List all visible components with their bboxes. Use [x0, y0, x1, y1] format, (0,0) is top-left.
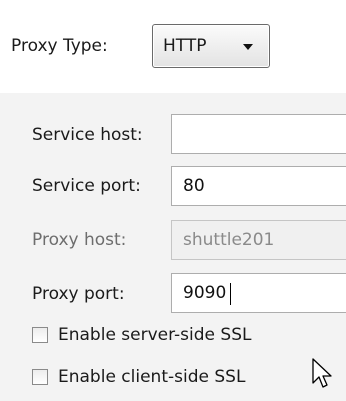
proxy-host-label: Proxy host: — [32, 230, 127, 250]
service-port-field[interactable] — [171, 166, 346, 206]
proxy-host-field — [171, 220, 346, 260]
proxy-host-input — [172, 221, 346, 259]
proxy-type-value: HTTP — [163, 36, 207, 56]
service-port-label: Service port: — [32, 176, 141, 196]
chevron-down-icon — [243, 44, 253, 50]
service-host-label: Service host: — [32, 125, 143, 145]
proxy-type-label: Proxy Type: — [11, 36, 108, 56]
proxy-port-label: Proxy port: — [32, 284, 125, 304]
client-ssl-checkbox[interactable] — [32, 369, 48, 385]
proxy-port-input[interactable] — [172, 274, 346, 312]
server-ssl-label[interactable]: Enable server-side SSL — [58, 325, 251, 345]
server-ssl-checkbox[interactable] — [32, 327, 48, 343]
proxy-port-field[interactable] — [171, 273, 346, 313]
service-host-field[interactable] — [171, 114, 346, 154]
mouse-pointer-icon — [312, 358, 332, 388]
client-ssl-label[interactable]: Enable client-side SSL — [58, 367, 245, 387]
proxy-type-dropdown[interactable]: HTTP — [152, 24, 270, 68]
service-port-input[interactable] — [172, 167, 346, 205]
service-host-input[interactable] — [172, 115, 346, 153]
text-caret — [230, 283, 231, 305]
